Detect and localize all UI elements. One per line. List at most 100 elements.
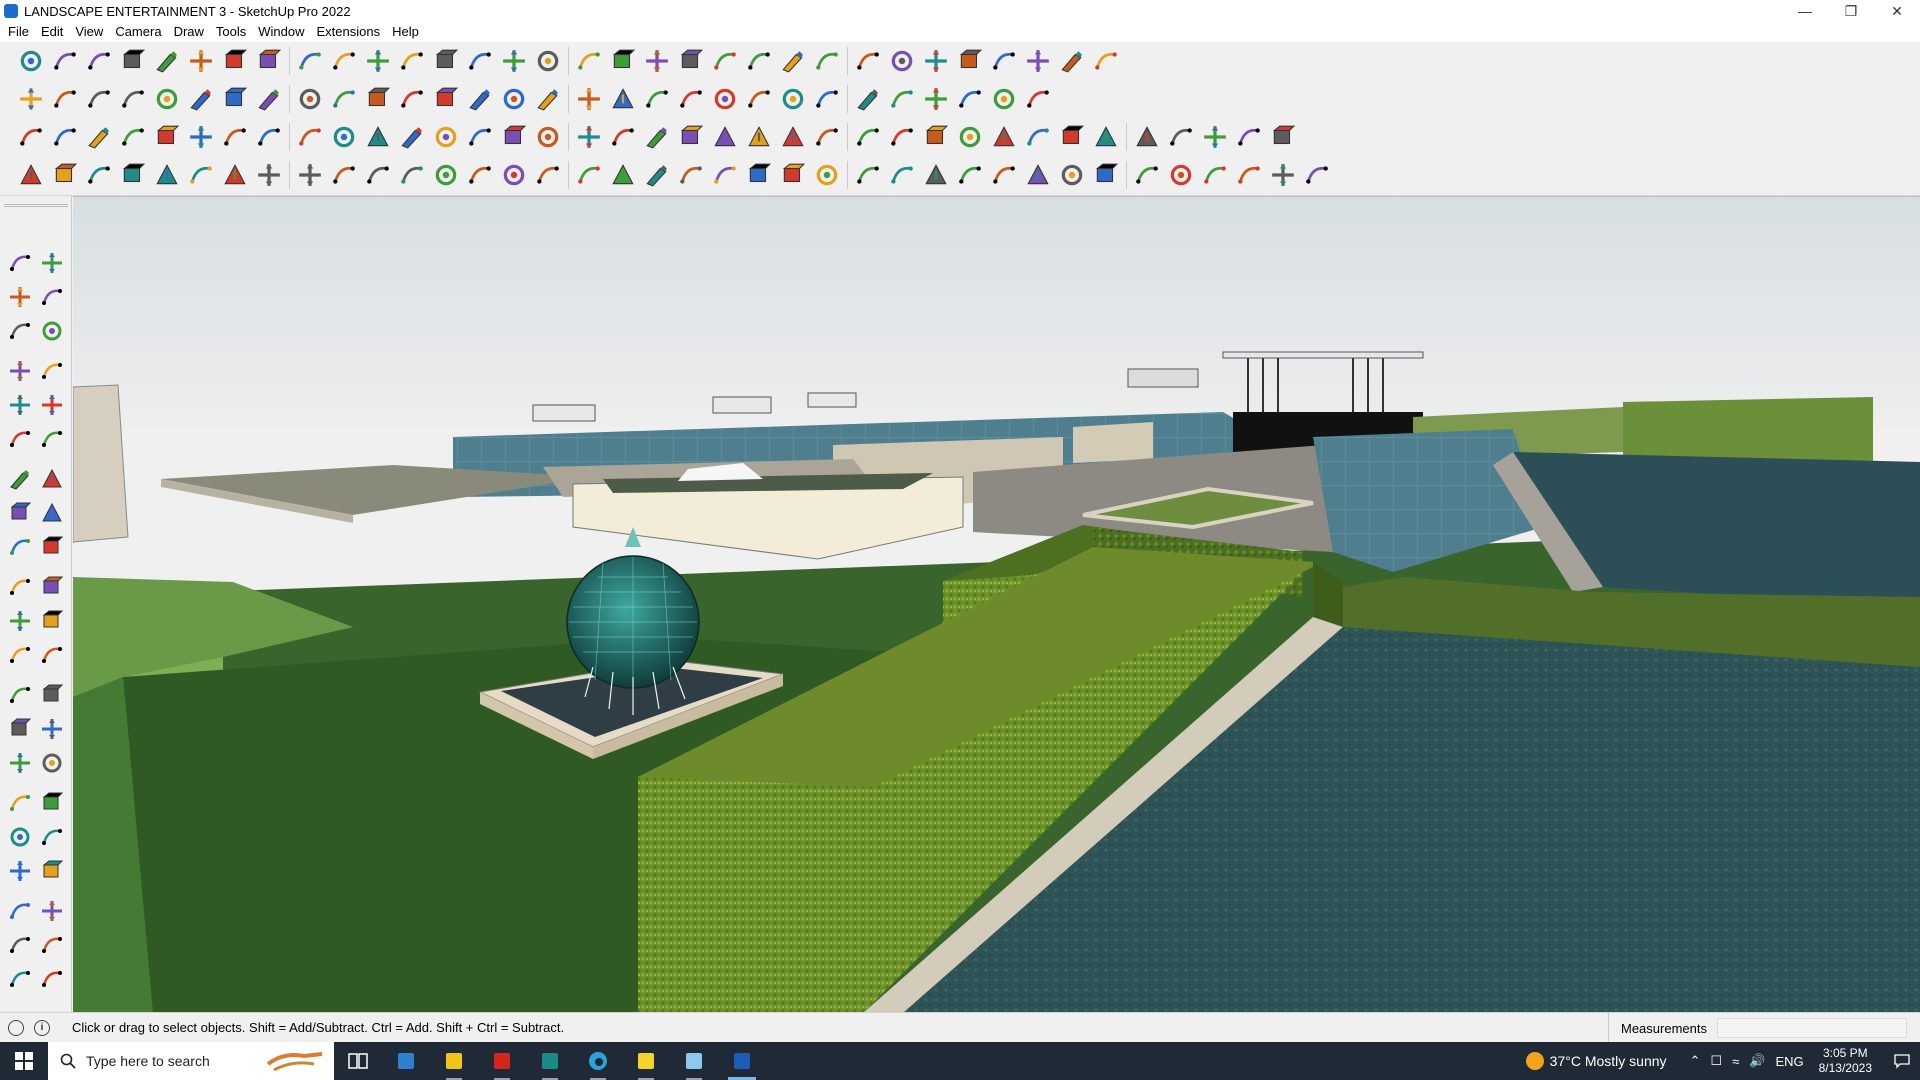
zoom-extents-tool-button[interactable] [4, 820, 36, 854]
solid-red-tool-button[interactable] [82, 158, 116, 192]
model-info-tool-button[interactable] [810, 44, 844, 78]
line-tool-button[interactable] [4, 354, 36, 388]
paint-tool-button[interactable] [184, 44, 218, 78]
fan-tool-button[interactable] [810, 158, 844, 192]
chevron-up-icon[interactable]: ⌃ [1690, 1053, 1701, 1069]
house-tool-button[interactable] [429, 82, 463, 116]
extrude-tool-button[interactable] [116, 82, 150, 116]
tree-tool-button[interactable] [919, 120, 953, 154]
knot-tool-button[interactable] [776, 120, 810, 154]
axes-tool-button[interactable] [674, 44, 708, 78]
model-viewport[interactable] [73, 196, 1920, 1012]
protractor-tool-button[interactable] [4, 678, 36, 712]
language-indicator[interactable]: ENG [1775, 1054, 1803, 1069]
push-pull-tool-button[interactable] [218, 44, 252, 78]
stairs-tool-button[interactable] [953, 158, 987, 192]
meet-now-icon[interactable]: ☐ [1710, 1053, 1722, 1069]
layer-b-tool-button[interactable] [36, 928, 68, 962]
hand-tool-button[interactable] [640, 158, 674, 192]
select-tool-button[interactable] [4, 246, 36, 280]
stair-tool-button[interactable] [463, 82, 497, 116]
redo-tool-button[interactable] [1055, 44, 1089, 78]
pan-tool-button[interactable] [531, 44, 565, 78]
sparkle-tool-button[interactable] [810, 120, 844, 154]
loop-tool-button[interactable] [708, 120, 742, 154]
rubber-tool-button[interactable] [1021, 82, 1055, 116]
layer-c-tool-button[interactable] [4, 962, 36, 996]
edge-taskbar-button[interactable] [574, 1042, 622, 1080]
pipe-curve-tool-button[interactable] [218, 158, 252, 192]
box-tool-button[interactable] [14, 82, 48, 116]
menu-edit[interactable]: Edit [35, 22, 69, 42]
notification-button[interactable] [1884, 1042, 1920, 1080]
calculator-taskbar-button[interactable] [382, 1042, 430, 1080]
roof-tool-button[interactable] [252, 82, 286, 116]
axes-tool-button[interactable] [4, 712, 36, 746]
toolbar-grip[interactable] [4, 204, 68, 207]
menu-draw[interactable]: Draw [168, 22, 210, 42]
zoom-tool-button[interactable] [572, 44, 606, 78]
polygon-tool-button[interactable] [640, 82, 674, 116]
tape-tool-button[interactable] [36, 314, 68, 348]
split-tool-button[interactable] [953, 120, 987, 154]
cube-tool-button[interactable] [293, 82, 327, 116]
cone-line-tool-button[interactable] [531, 158, 565, 192]
previous-tool-button[interactable] [36, 820, 68, 854]
cone-tool-button[interactable] [429, 120, 463, 154]
info-icon[interactable]: i [34, 1019, 50, 1036]
stairs-grey-tool-button[interactable] [572, 158, 606, 192]
zoom-window-tool-button[interactable] [606, 44, 640, 78]
cylinder-tool-button[interactable] [48, 82, 82, 116]
section-plane-tool-button[interactable] [36, 894, 68, 928]
window-tool-button[interactable] [395, 82, 429, 116]
beam-tool-button[interactable] [361, 120, 395, 154]
pyramid-tool-button[interactable] [606, 120, 640, 154]
cross-green-tool-button[interactable] [531, 120, 565, 154]
materials-tool-button[interactable] [885, 44, 919, 78]
pen-line-tool-button[interactable] [14, 158, 48, 192]
louver-tool-button[interactable] [1089, 158, 1123, 192]
rail-tool-button[interactable] [606, 158, 640, 192]
menu-camera[interactable]: Camera [109, 22, 167, 42]
move-tool-button[interactable] [293, 44, 327, 78]
wall-tool-button[interactable] [327, 82, 361, 116]
cage-tool-button[interactable] [1021, 158, 1055, 192]
flat-tool-button[interactable] [184, 120, 218, 154]
polygon-tool-button[interactable] [36, 422, 68, 456]
leaf-grey-tool-button[interactable] [674, 158, 708, 192]
minimize-button[interactable]: — [1782, 0, 1828, 22]
look-around-tool-button[interactable] [36, 854, 68, 888]
pie-tool-button[interactable] [4, 496, 36, 530]
blue-box-tool-button[interactable] [14, 120, 48, 154]
components-tool-button[interactable] [851, 44, 885, 78]
grid-tool-button[interactable] [293, 120, 327, 154]
sheet-tool-button[interactable] [184, 158, 218, 192]
funnel-tool-button[interactable] [327, 158, 361, 192]
close-button[interactable]: ✕ [1874, 0, 1920, 22]
zoom-extents-tool-button[interactable] [14, 44, 48, 78]
eraser-tool-button[interactable] [36, 280, 68, 314]
origami-tool-button[interactable] [1300, 158, 1334, 192]
freehand-tool-button[interactable] [36, 354, 68, 388]
restore-button[interactable]: ❐ [1828, 0, 1874, 22]
paint-bucket-tool-button[interactable] [463, 44, 497, 78]
spline-tool-button[interactable] [463, 120, 497, 154]
sphere-mesh-tool-button[interactable] [293, 158, 327, 192]
ribbon-tool-button[interactable] [463, 158, 497, 192]
sandbox-tool-button[interactable] [919, 44, 953, 78]
taskbar-search[interactable]: Type here to search [48, 1042, 334, 1080]
spiral-tool-button[interactable] [810, 82, 844, 116]
warehouse-tool-button[interactable] [1089, 44, 1123, 78]
volume-icon[interactable]: 🔊 [1749, 1053, 1765, 1069]
curve-tool-button[interactable] [851, 82, 885, 116]
shell-tool-button[interactable] [1164, 158, 1198, 192]
acrobat-taskbar-button[interactable] [478, 1042, 526, 1080]
scale-tool-button[interactable] [4, 604, 36, 638]
orange-grid-tool-button[interactable] [1130, 120, 1164, 154]
orbit-tool-button[interactable] [4, 746, 36, 780]
tag-tool-button[interactable] [987, 82, 1021, 116]
measurements-input[interactable] [1717, 1018, 1907, 1038]
shape-tool-button[interactable] [36, 496, 68, 530]
undo-tool-button[interactable] [1021, 44, 1055, 78]
menu-file[interactable]: File [2, 22, 35, 42]
